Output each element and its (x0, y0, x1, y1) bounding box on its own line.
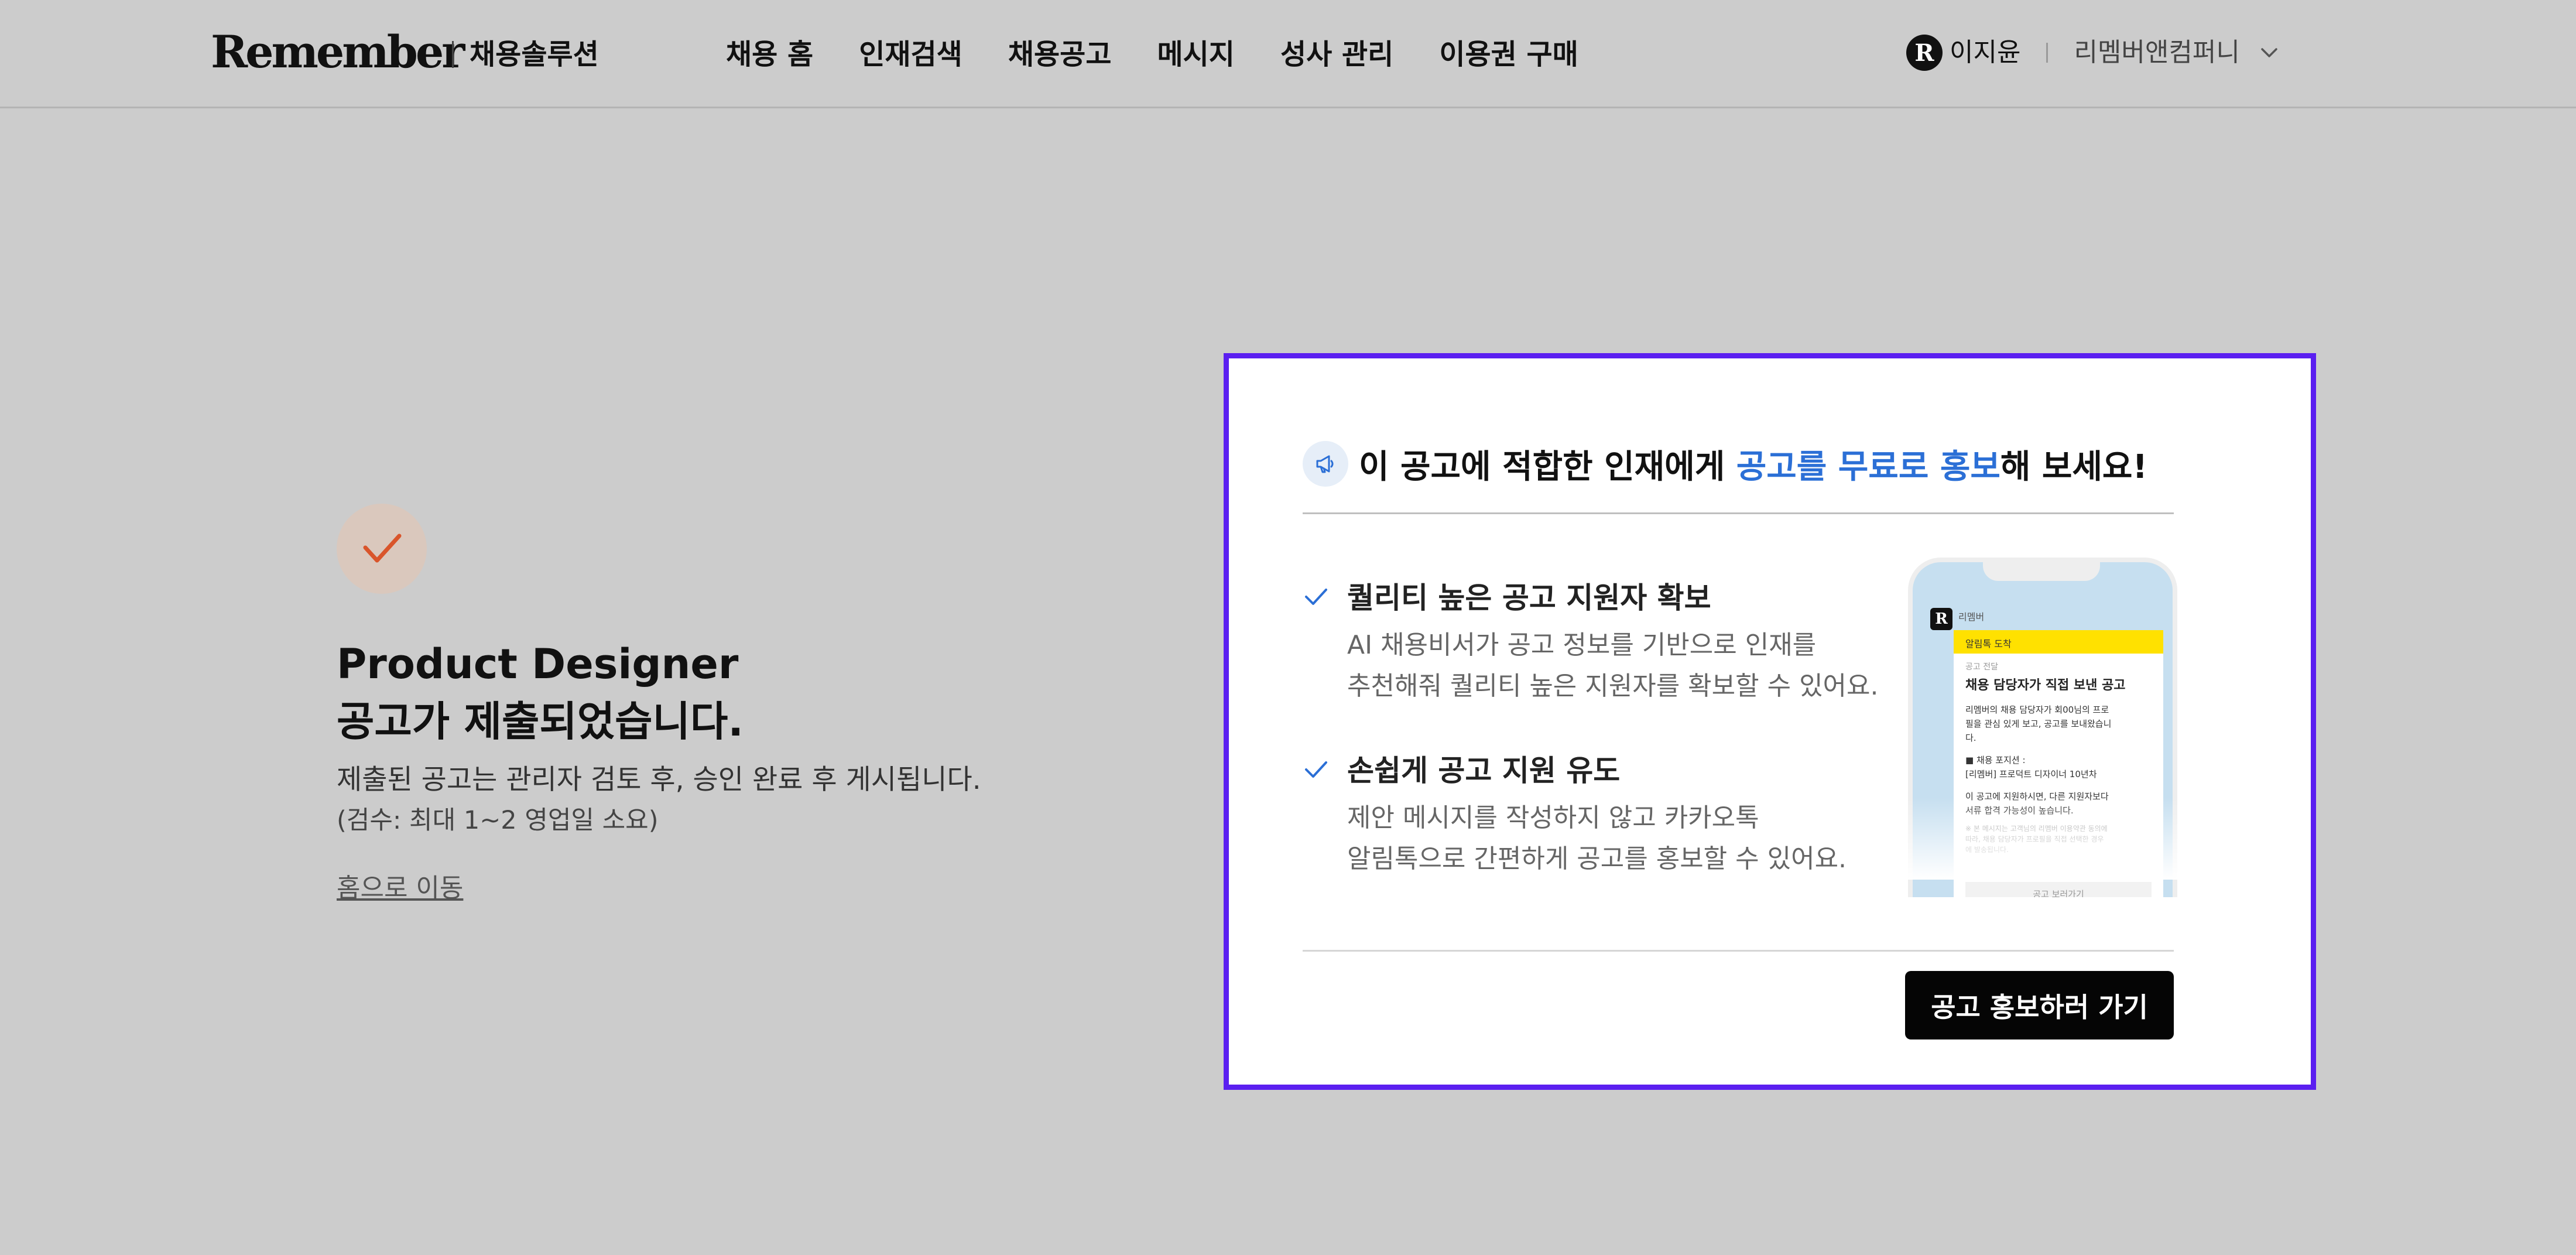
message-disclaimer: 에 발송됩니다. (1965, 846, 2009, 854)
remember-logo[interactable]: Remember (211, 26, 465, 78)
promo-headline: 이 공고에 적합한 인재에게 공고를 무료로 홍보해 보세요! (1359, 440, 2147, 488)
megaphone-icon (1303, 441, 1348, 487)
message-title: 채용 담당자가 직접 보낸 공고 (1965, 678, 2126, 693)
company-name: 리멤버앤컴퍼니 (2074, 37, 2240, 67)
message-body: 리멤버의 채용 담당자가 회00님의 프로 (1965, 705, 2109, 715)
feature-description: 제안 메시지를 작성하지 않고 카카오톡 (1347, 803, 1759, 833)
job-title: Product Designer (337, 640, 739, 688)
kakao-alimtalk-message: 알림톡 도착 공고 전달 채용 담당자가 직접 보낸 공고 리멤버의 채용 담당… (1954, 630, 2163, 897)
user-divider (2046, 43, 2049, 63)
divider (1303, 950, 2174, 952)
nav-item-recruit-home[interactable]: 채용 홈 (726, 34, 813, 75)
alimtalk-banner: 알림톡 도착 (1954, 630, 2163, 654)
message-disclaimer: ※ 본 메시지는 고객님의 리멤버 이용약관 동의에 (1965, 825, 2108, 833)
message-disclaimer: 따라, 채용 담당자가 프로필을 직접 선택한 경우 (1965, 835, 2104, 843)
check-icon (1305, 589, 1327, 605)
message-position-value: [리멤버] 프로덕트 디자이너 10년차 (1965, 769, 2097, 779)
remember-app-icon: R (1930, 608, 1952, 630)
feature-title: 퀄리티 높은 공고 지원자 확보 (1347, 581, 1711, 615)
top-header: Remember 채용솔루션 채용 홈 인재검색 채용공고 메시지 성사 관리 … (0, 0, 2576, 108)
message-label: 공고 전달 (1965, 662, 1998, 672)
logo-divider (452, 41, 454, 68)
promote-posting-button[interactable]: 공고 홍보하러 가기 (1905, 971, 2174, 1039)
user-name: 이지윤 (1950, 37, 2021, 67)
feature-description: AI 채용비서가 공고 정보를 기반으로 인재를 (1347, 630, 1817, 660)
check-icon (363, 534, 402, 563)
message-view-button: 공고 보러가기 (1965, 882, 2152, 897)
message-note: 서류 합격 가능성이 높습니다. (1965, 805, 2074, 816)
phone-brand: 리멤버 (1958, 611, 1985, 623)
message-note: 이 공고에 지원하시면, 다른 지원자보다 (1965, 791, 2109, 802)
user-menu[interactable]: R 이지윤 리멤버앤컴퍼니 (1906, 34, 2283, 71)
review-time-note: (검수: 최대 1~2 영업일 소요) (337, 806, 659, 835)
success-check-badge (337, 504, 427, 594)
main-nav: 채용 홈 인재검색 채용공고 메시지 성사 관리 이용권 구매 (726, 34, 1578, 75)
headline-prefix: 이 공고에 적합한 인재에게 (1359, 447, 1736, 486)
nav-item-job-postings[interactable]: 채용공고 (1008, 34, 1112, 75)
alimtalk-banner-text: 알림톡 도착 (1965, 638, 2012, 649)
headline-highlight: 공고를 무료로 홍보 (1736, 447, 2000, 486)
headline-suffix: 해 보세요! (2000, 447, 2147, 486)
promotion-card: 이 공고에 적합한 인재에게 공고를 무료로 홍보해 보세요! 퀄리티 높은 공… (1224, 353, 2316, 1090)
phone-notch (1983, 562, 2100, 581)
nav-item-hire-management[interactable]: 성사 관리 (1280, 34, 1393, 75)
feature-title: 손쉽게 공고 지원 유도 (1347, 754, 1621, 788)
submission-title: 공고가 제출되었습니다. (337, 697, 744, 746)
go-home-link[interactable]: 홈으로 이동 (337, 871, 463, 905)
divider (1303, 512, 2174, 514)
check-icon (1305, 761, 1327, 778)
message-position-label: ■ 채용 포지션 : (1965, 755, 2026, 765)
nav-item-messages[interactable]: 메시지 (1157, 34, 1234, 75)
chevron-down-icon[interactable] (2255, 39, 2283, 67)
feature-description: 알림톡으로 간편하게 공고를 홍보할 수 있어요. (1347, 844, 1847, 874)
phone-mockup-illustration: R 리멤버 알림톡 도착 공고 전달 채용 담당자가 직접 보낸 공고 리멤버의… (1908, 558, 2177, 897)
nav-item-talent-search[interactable]: 인재검색 (859, 34, 962, 75)
user-avatar: R (1906, 35, 1943, 71)
feature-description: 추천해줘 퀄리티 높은 지원자를 확보할 수 있어요. (1347, 671, 1879, 701)
promo-header: 이 공고에 적합한 인재에게 공고를 무료로 홍보해 보세요! (1303, 437, 2147, 490)
logo-subtitle[interactable]: 채용솔루션 (470, 36, 599, 73)
message-body: 필을 관심 있게 보고, 공고를 보내왔습니 (1965, 719, 2112, 729)
submission-description: 제출된 공고는 관리자 검토 후, 승인 완료 후 게시됩니다. (337, 764, 981, 796)
message-body: 다. (1965, 733, 1976, 743)
nav-item-purchase-pass[interactable]: 이용권 구매 (1439, 34, 1578, 75)
